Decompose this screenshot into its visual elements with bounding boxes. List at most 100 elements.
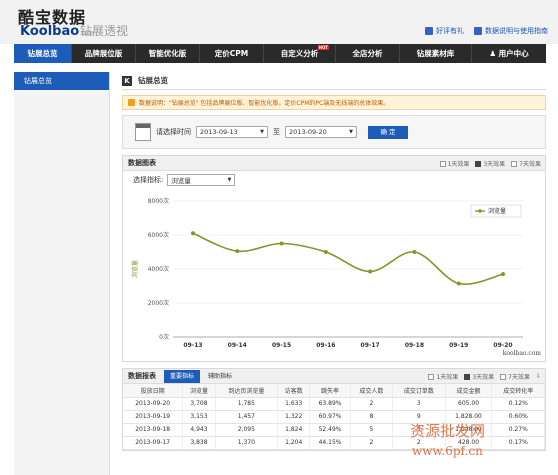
column-header: 到达页浏览量 bbox=[215, 384, 279, 398]
main-content: K 钻展总览 数据说明："钻展总览" 包括品牌展位版、智能优化版，定价CPM的P… bbox=[122, 72, 546, 451]
guide-link[interactable]: 数据说明与使用指南 bbox=[474, 26, 548, 36]
data-point bbox=[412, 250, 417, 254]
x-tick-label: 09-15 bbox=[272, 342, 291, 349]
effect-3day[interactable]: 3天效果 bbox=[475, 159, 505, 168]
checkbox-icon bbox=[500, 373, 507, 380]
table-effects: 1天效果 3天效果 7天效果 ⇩ bbox=[428, 372, 541, 381]
y-tick-label: 2000次 bbox=[148, 299, 169, 307]
table-cell: 2013-09-17 bbox=[123, 436, 184, 450]
y-tick-label: 4000次 bbox=[148, 265, 169, 273]
date-to-value: 2013-09-20 bbox=[289, 128, 327, 136]
nav-store[interactable]: 全店分析 bbox=[336, 44, 400, 63]
table-cell: 3,708 bbox=[182, 397, 216, 411]
tab-aux-metrics[interactable]: 辅助指标 bbox=[202, 370, 238, 383]
watermark-line2: www.6pf.cn bbox=[412, 444, 483, 458]
table-cell: 63.89% bbox=[309, 397, 351, 411]
table-cell: 3,838 bbox=[182, 436, 216, 450]
top-links: 好评有礼 数据说明与使用指南 bbox=[425, 26, 548, 36]
table-panel-title: 数据报表 bbox=[128, 372, 156, 380]
nav-user[interactable]: ♟ 用户中心 bbox=[472, 44, 546, 63]
date-to-select[interactable]: 2013-09-20 ▼ bbox=[285, 126, 357, 138]
table-row: 2013-09-20 3,708 1,785 1,633 63.89% 2 3 605.00 0… bbox=[123, 397, 545, 411]
table-cell: 44.15% bbox=[309, 436, 351, 450]
table-effect-1day[interactable]: 1天效果 bbox=[428, 372, 458, 381]
confirm-button[interactable]: 确 定 bbox=[368, 125, 408, 139]
chevron-down-icon: ▼ bbox=[227, 177, 232, 183]
table-cell: 52.49% bbox=[309, 423, 351, 437]
table-cell: 1,633 bbox=[277, 397, 311, 411]
table-tabs: 重要指标 辅助指标 bbox=[164, 369, 238, 383]
download-icon[interactable]: ⇩ bbox=[536, 372, 541, 381]
chevron-down-icon: ▼ bbox=[349, 129, 353, 135]
metric-label: 选择指标: bbox=[133, 176, 164, 184]
table-cell: 0.60% bbox=[491, 410, 545, 424]
date-separator: 至 bbox=[273, 128, 280, 136]
hot-badge: HOT bbox=[317, 45, 329, 50]
date-filter: 请选择时间 2013-09-13 ▼ 至 2013-09-20 ▼ 确 定 bbox=[122, 115, 546, 149]
data-point bbox=[368, 269, 373, 274]
line-chart: 0次 2000次 4000次 6000次 8000次浏览量 09-13 09-14 09-15… bbox=[131, 197, 541, 357]
effect-7day-label: 7天效果 bbox=[519, 161, 541, 168]
chart-panel-title: 数据图表 bbox=[128, 159, 156, 167]
metric-row: 选择指标: 浏览量 ▼ bbox=[123, 171, 545, 189]
table-cell: 2 bbox=[350, 436, 394, 450]
table-cell: 1,824 bbox=[277, 423, 311, 437]
checkbox-icon bbox=[428, 373, 435, 380]
nav-cpm[interactable]: 定价CPM bbox=[200, 44, 264, 63]
table-cell: 3 bbox=[392, 397, 446, 411]
table-effect-3day[interactable]: 3天效果 bbox=[464, 372, 494, 381]
table-cell: 60.97% bbox=[309, 410, 351, 424]
effect-1day[interactable]: 1天效果 bbox=[439, 159, 469, 168]
table-cell: 1,457 bbox=[215, 410, 279, 424]
effect-3day-label: 3天效果 bbox=[483, 161, 506, 168]
sidebar-item-overview[interactable]: 钻展总览 bbox=[14, 72, 109, 90]
checkbox-checked-icon bbox=[475, 160, 482, 167]
column-header: 成交金额 bbox=[445, 384, 493, 398]
main-nav: 钻展总览 品牌展位版 智能优化版 定价CPM 自定义分析 HOT 全店分析 钻展素… bbox=[14, 44, 546, 63]
table-cell: 8 bbox=[350, 410, 394, 424]
nav-user-label: 用户中心 bbox=[498, 49, 529, 58]
gift-icon bbox=[425, 27, 433, 35]
nav-overview[interactable]: 钻展总览 bbox=[14, 44, 72, 63]
data-point bbox=[191, 231, 195, 236]
chart-panel-header: 数据图表 1天效果 3天效果 7天效果 bbox=[123, 156, 545, 171]
table-effect-7day-label: 7天效果 bbox=[508, 374, 530, 381]
good-review-link[interactable]: 好评有礼 bbox=[425, 26, 464, 36]
column-header: 成交订单数 bbox=[392, 384, 446, 398]
column-header: 浏览量 bbox=[182, 384, 216, 398]
data-point bbox=[501, 272, 505, 277]
effect-7day[interactable]: 7天效果 bbox=[511, 159, 541, 168]
table-cell: 0.17% bbox=[491, 436, 545, 450]
table-cell: 2013-09-18 bbox=[123, 423, 184, 437]
header: 酷宝数据 Koolbao.com 钻展透视 好评有礼 数据说明与使用指南 bbox=[0, 0, 558, 44]
date-from-select[interactable]: 2013-09-13 ▼ bbox=[196, 126, 268, 138]
nav-smart[interactable]: 智能优化版 bbox=[136, 44, 200, 63]
table-header-row: 投放日期 浏览量 到达页浏览量 访客数 跳失率 成交人数 成交订单数 成交金额 成交转化率 bbox=[123, 384, 545, 398]
table-cell: 3,153 bbox=[182, 410, 216, 424]
legend-label: 浏览量 bbox=[488, 207, 506, 215]
metric-select[interactable]: 浏览量 ▼ bbox=[167, 174, 236, 186]
chevron-down-icon: ▼ bbox=[260, 129, 264, 135]
tab-key-metrics[interactable]: 重要指标 bbox=[164, 369, 201, 383]
x-tick-label: 09-19 bbox=[449, 342, 468, 349]
y-tick-label: 6000次 bbox=[148, 231, 169, 239]
column-header: 成交转化率 bbox=[491, 384, 545, 398]
table-effect-7day[interactable]: 7天效果 bbox=[500, 372, 530, 381]
product-name: 钻展透视 bbox=[80, 24, 129, 38]
table-cell: 1,370 bbox=[215, 436, 279, 450]
date-label: 请选择时间 bbox=[156, 128, 191, 136]
checkbox-checked-icon bbox=[464, 373, 471, 380]
x-tick-label: 09-18 bbox=[405, 342, 424, 349]
checkbox-icon bbox=[439, 160, 446, 167]
table-cell: 4,943 bbox=[182, 423, 216, 437]
table-cell: 0.27% bbox=[491, 423, 545, 437]
nav-brand[interactable]: 品牌展位版 bbox=[72, 44, 136, 63]
y-tick-label: 8000次 bbox=[148, 197, 169, 205]
table-cell: 1,204 bbox=[277, 436, 311, 450]
page-title: 钻展总览 bbox=[138, 76, 168, 85]
y-tick-label: 0次 bbox=[159, 333, 169, 341]
watermark-line1: 资源批发网 bbox=[410, 422, 486, 440]
calendar-icon bbox=[135, 123, 151, 141]
nav-custom[interactable]: 自定义分析 HOT bbox=[264, 44, 336, 63]
nav-library[interactable]: 钻展素材库 bbox=[400, 44, 472, 63]
